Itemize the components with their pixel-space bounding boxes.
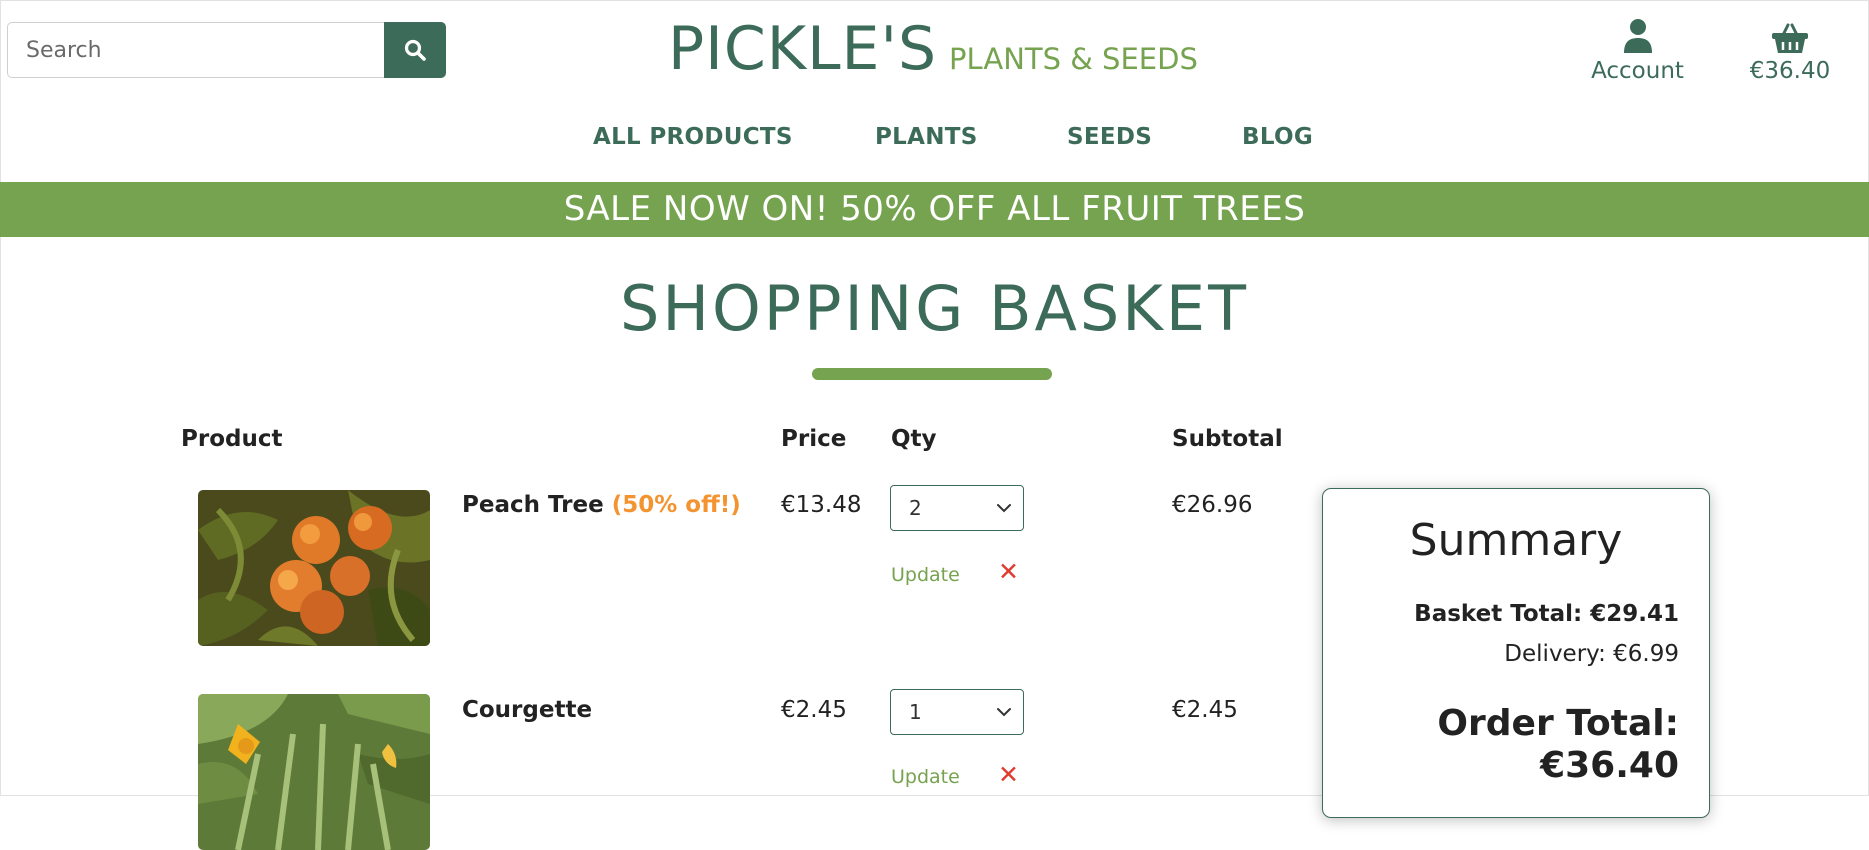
basket-link[interactable]: €36.40: [1735, 12, 1845, 84]
title-underline: [812, 368, 1052, 380]
product-name-peach-tree[interactable]: Peach Tree (50% off!): [462, 492, 741, 518]
search-input[interactable]: [7, 22, 384, 78]
subtotal-courgette: €2.45: [1172, 697, 1238, 723]
summary-title: Summary: [1409, 515, 1623, 566]
main-nav: ALL PRODUCTS PLANTS SEEDS BLOG: [0, 124, 1869, 156]
header-subtotal: Subtotal: [1172, 426, 1283, 452]
product-name: Courgette: [462, 697, 593, 723]
summary-basket-total: Basket Total: €29.41: [1414, 601, 1679, 627]
product-image-peach-tree[interactable]: [198, 490, 430, 646]
header-qty: Qty: [891, 426, 937, 452]
update-link-courgette[interactable]: Update: [891, 766, 960, 788]
qty-value: 1: [909, 700, 922, 724]
close-x-icon[interactable]: ✕: [998, 760, 1019, 789]
qty-select-courgette[interactable]: 1: [890, 689, 1024, 735]
user-icon: [1623, 19, 1652, 53]
chevron-down-icon: [997, 504, 1011, 513]
order-total-label: Order Total:: [1437, 703, 1679, 744]
chevron-down-icon: [997, 708, 1011, 717]
qty-select-peach-tree[interactable]: 2: [890, 485, 1024, 531]
brand-logo[interactable]: PICKLE'S PLANTS & SEEDS: [668, 14, 1198, 84]
header-price: Price: [781, 426, 847, 452]
close-x-icon[interactable]: ✕: [998, 557, 1019, 586]
product-image-courgette[interactable]: [198, 694, 430, 850]
search-form: [7, 22, 446, 78]
basket-total: €36.40: [1749, 58, 1831, 84]
account-link[interactable]: Account: [1580, 12, 1695, 84]
search-button[interactable]: [384, 22, 446, 78]
order-total-value: €36.40: [1540, 745, 1679, 786]
search-icon: [404, 39, 426, 61]
nav-blog[interactable]: BLOG: [1242, 124, 1313, 150]
nav-seeds[interactable]: SEEDS: [1067, 124, 1152, 150]
qty-value: 2: [909, 496, 922, 520]
summary-delivery: Delivery: €6.99: [1504, 641, 1679, 667]
update-link-peach-tree[interactable]: Update: [891, 564, 960, 586]
product-name-courgette[interactable]: Courgette: [462, 697, 592, 723]
product-name: Peach Tree: [462, 492, 604, 518]
basket-icon: [1772, 23, 1808, 53]
price-courgette: €2.45: [781, 697, 847, 723]
subtotal-peach-tree: €26.96: [1172, 492, 1253, 518]
nav-plants[interactable]: PLANTS: [875, 124, 978, 150]
summary-order-total: Order Total: €36.40: [1437, 703, 1679, 787]
brand-name: PICKLE'S: [668, 14, 938, 84]
sale-note: (50% off!): [611, 492, 741, 518]
account-label: Account: [1591, 58, 1684, 84]
sale-banner: SALE NOW ON! 50% OFF ALL FRUIT TREES: [0, 182, 1869, 237]
brand-tagline: PLANTS & SEEDS: [949, 42, 1198, 76]
page-title: SHOPPING BASKET: [620, 272, 1249, 345]
order-summary-card: Summary Basket Total: €29.41 Delivery: €…: [1322, 488, 1710, 818]
price-peach-tree: €13.48: [781, 492, 862, 518]
nav-all-products[interactable]: ALL PRODUCTS: [593, 124, 793, 150]
header-product: Product: [181, 426, 283, 452]
